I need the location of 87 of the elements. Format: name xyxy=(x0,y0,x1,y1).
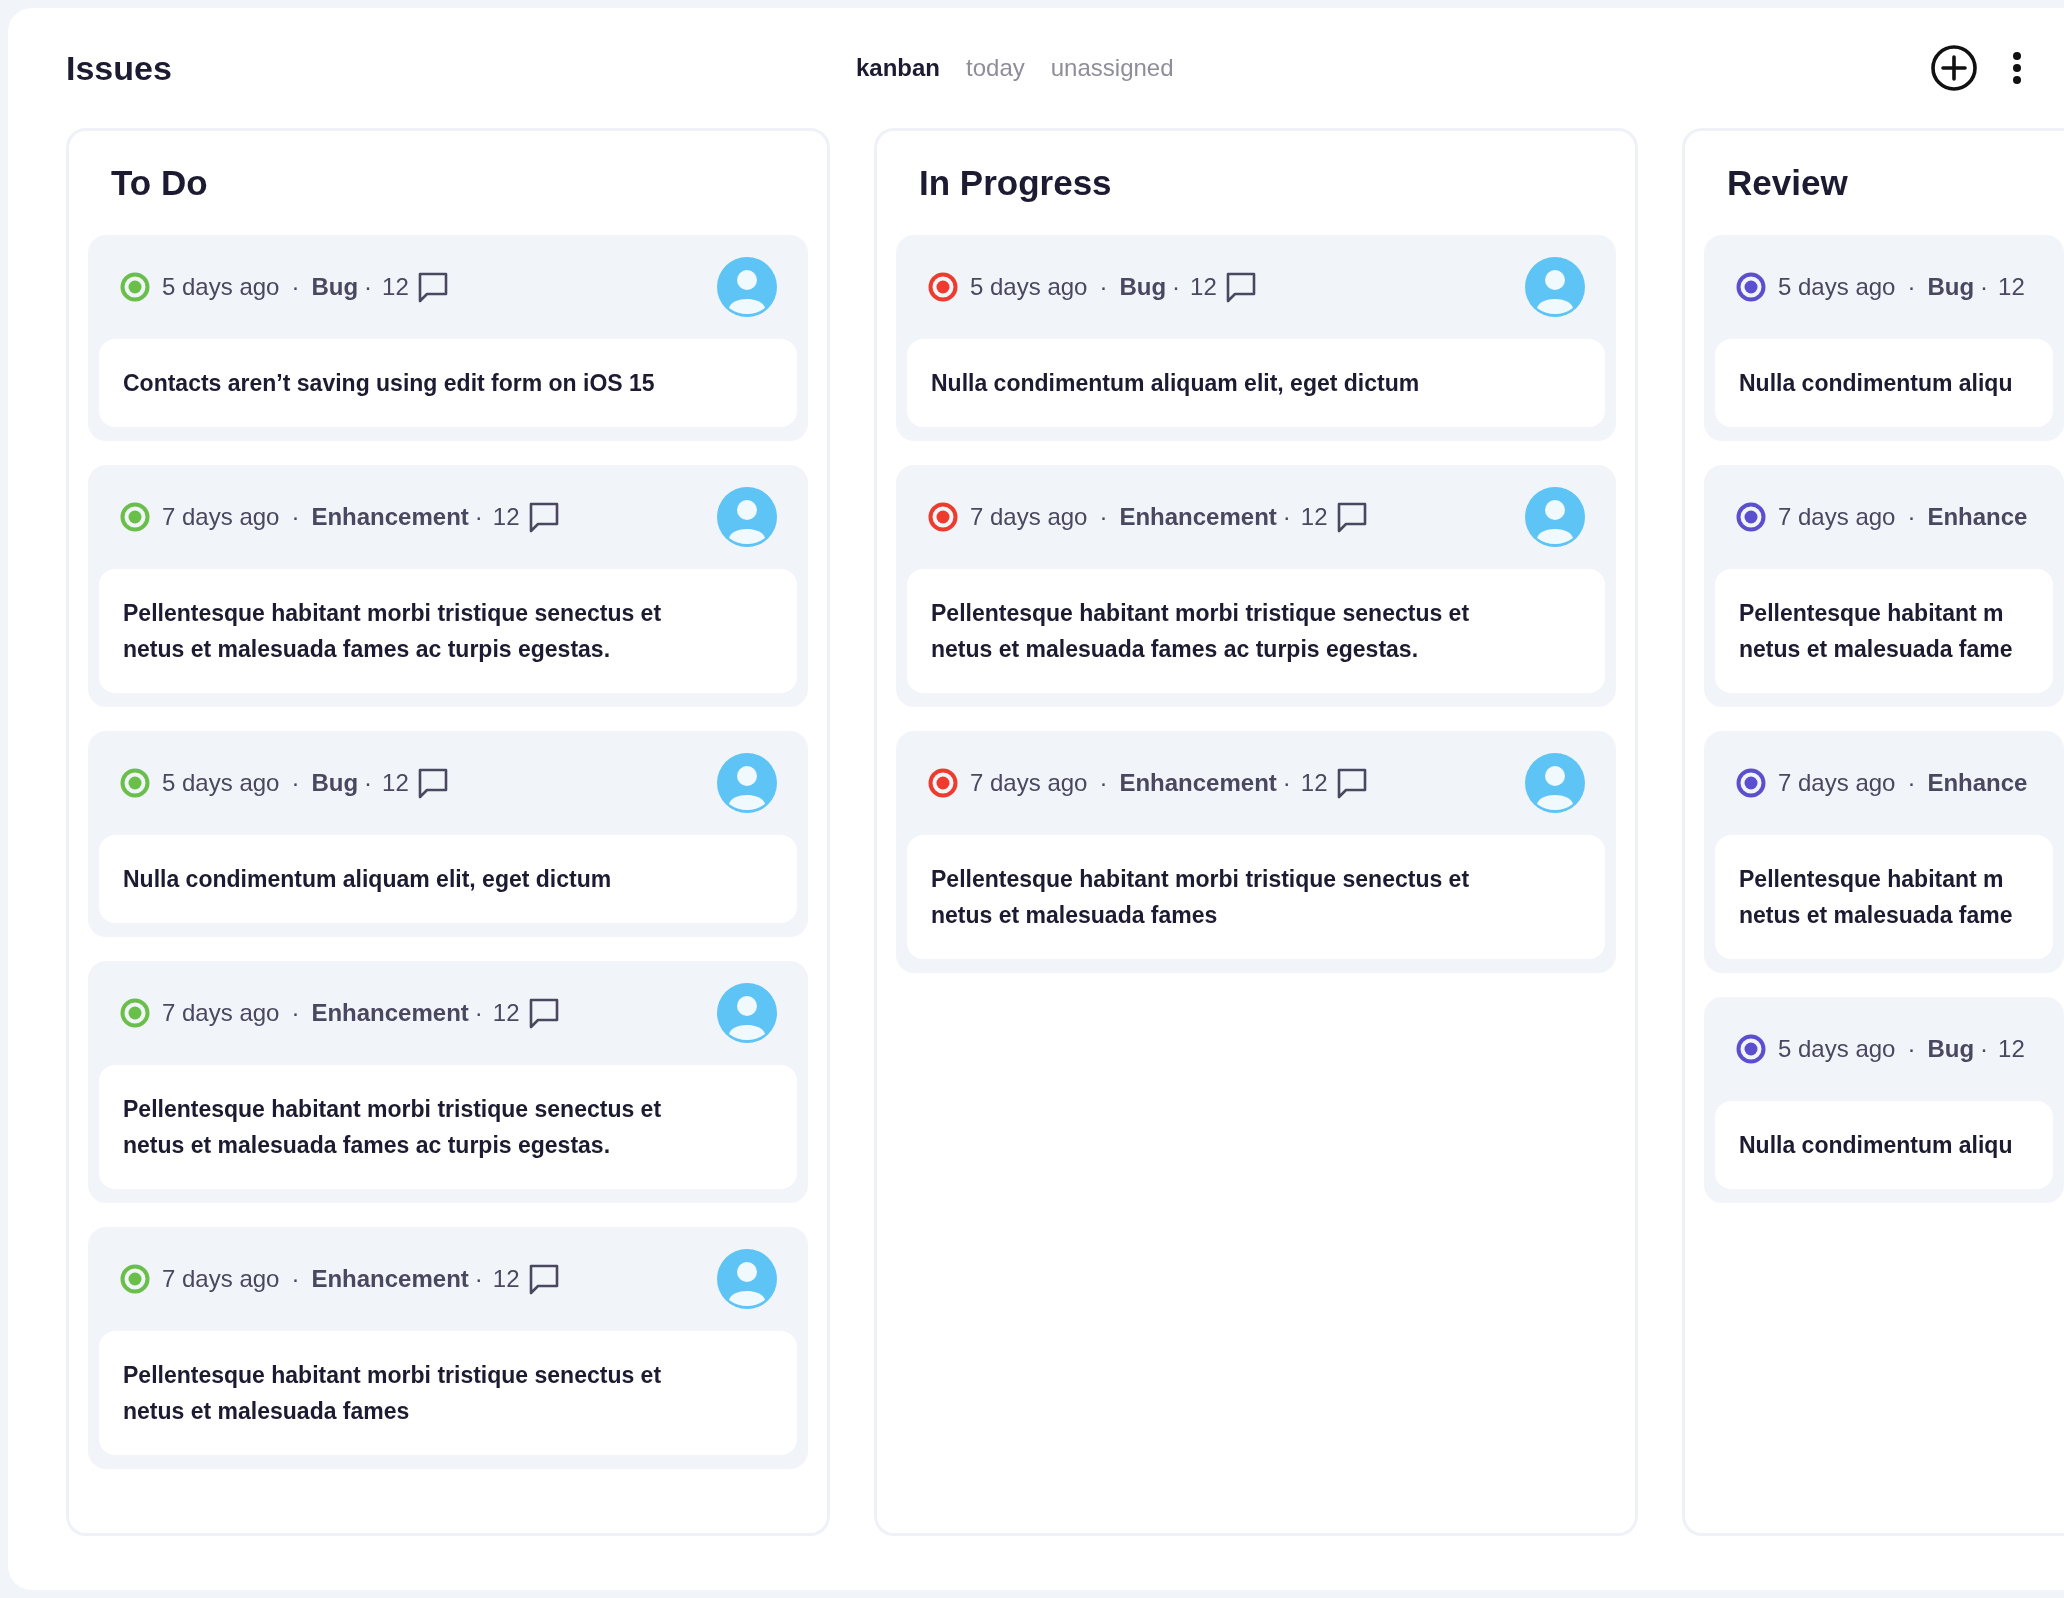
issue-category: Enhancement xyxy=(1119,503,1277,531)
issue-age: 5 days ago xyxy=(1778,1035,1896,1063)
column-title: Review xyxy=(1726,162,1849,204)
issue-category: Enhancement xyxy=(311,503,469,531)
issue-title: Nulla condimentum aliqu xyxy=(1715,339,2053,427)
issue-age: 5 days ago xyxy=(1778,273,1896,301)
issue-title: Pellentesque habitant m netus et malesuada fame xyxy=(1715,569,2053,693)
issue-card[interactable]: 7 days ago · Enhancement · 12 Pellentesque habitant morbi tristique senectus et netus et malesuada fames xyxy=(88,1227,808,1469)
issue-card[interactable]: 5 days ago · Bug · 12 Nulla condimentum aliqu xyxy=(1704,997,2064,1203)
comment-count: 12 xyxy=(1190,273,1217,301)
issue-title: Pellentesque habitant morbi tristique senectus et netus et malesuada fames ac turpis egestas. xyxy=(907,569,1605,693)
separator-dot: · xyxy=(291,503,300,531)
issue-age: 5 days ago xyxy=(162,273,280,301)
separator-dot: · xyxy=(474,503,483,531)
page-title: Issues xyxy=(66,48,173,88)
issue-title: Pellentesque habitant m netus et malesuada fame xyxy=(1715,835,2053,959)
comment-count: 12 xyxy=(492,503,520,531)
issue-card[interactable]: 5 days ago · Bug · 12 Contacts aren’t saving using edit form on iOS 15 xyxy=(88,235,808,441)
issue-card[interactable]: 7 days ago · Enhance Pellentesque habitant m netus et malesuada fame xyxy=(1704,731,2064,973)
separator-dot: · xyxy=(1980,273,1989,301)
separator-dot: · xyxy=(1980,1035,1989,1063)
comment-count: 12 xyxy=(1300,503,1328,531)
issue-title: Pellentesque habitant morbi tristique senectus et netus et malesuada fames ac turpis egestas. xyxy=(99,569,797,693)
separator-dot: · xyxy=(1099,273,1108,301)
comment-count: 12 xyxy=(382,273,409,301)
issue-card[interactable]: 7 days ago · Enhance Pellentesque habitant m netus et malesuada fame xyxy=(1704,465,2064,707)
separator-dot: · xyxy=(1172,273,1181,301)
separator-dot: · xyxy=(1907,769,1916,797)
issue-title: Pellentesque habitant morbi tristique senectus et netus et malesuada fames ac turpis egestas. xyxy=(99,1065,797,1189)
separator-dot: · xyxy=(291,1265,300,1293)
issue-card[interactable]: 7 days ago · Enhancement · 12 Pellentesque habitant morbi tristique senectus et netus et malesuada fames xyxy=(896,731,1616,973)
separator-dot: · xyxy=(1099,769,1108,797)
issue-category: Enhance xyxy=(1927,769,2028,797)
separator-dot: · xyxy=(1907,273,1916,301)
issue-category: Enhancement xyxy=(311,1265,469,1293)
issue-age: 7 days ago xyxy=(162,999,280,1027)
comment-count: 12 xyxy=(382,769,409,797)
issue-category: Bug xyxy=(1927,1035,1975,1063)
issue-card[interactable]: 5 days ago · Bug · 12 Nulla condimentum aliquam elit, eget dictum xyxy=(88,731,808,937)
separator-dot: · xyxy=(291,273,300,301)
issue-title: Pellentesque habitant morbi tristique senectus et netus et malesuada fames xyxy=(99,1331,797,1455)
comment-count: 12 xyxy=(492,999,520,1027)
separator-dot: · xyxy=(474,999,483,1027)
comment-count: 12 xyxy=(492,1265,520,1293)
separator-dot: · xyxy=(1282,503,1291,531)
issue-age: 7 days ago xyxy=(162,1265,280,1293)
issue-age: 5 days ago xyxy=(970,273,1088,301)
issue-category: Enhancement xyxy=(311,999,469,1027)
issue-age: 7 days ago xyxy=(1778,503,1896,531)
issue-title: Nulla condimentum aliqu xyxy=(1715,1101,2053,1189)
add-icon[interactable] xyxy=(1930,44,1978,92)
issue-card[interactable]: 5 days ago · Bug · 12 Nulla condimentum aliquam elit, eget dictum xyxy=(896,235,1616,441)
comment-count: 12 xyxy=(1300,769,1328,797)
issue-category: Bug xyxy=(1119,273,1167,301)
issue-card[interactable]: 7 days ago · Enhancement · 12 Pellentesque habitant morbi tristique senectus et netus et malesuada fames ac turpis egestas. xyxy=(896,465,1616,707)
issue-title: Nulla condimentum aliquam elit, eget dictum xyxy=(99,835,797,923)
issue-age: 7 days ago xyxy=(1778,769,1896,797)
separator-dot: · xyxy=(364,769,373,797)
issue-card[interactable]: 7 days ago · Enhancement · 12 Pellentesque habitant morbi tristique senectus et netus et malesuada fames ac turpis egestas. xyxy=(88,961,808,1203)
issue-age: 5 days ago xyxy=(162,769,280,797)
separator-dot: · xyxy=(1099,503,1108,531)
view-tab[interactable]: kanban xyxy=(856,54,941,82)
separator-dot: · xyxy=(364,273,373,301)
issue-category: Enhancement xyxy=(1119,769,1277,797)
separator-dot: · xyxy=(474,1265,483,1293)
column-title: To Do xyxy=(110,162,209,204)
separator-dot: · xyxy=(291,999,300,1027)
issue-title: Contacts aren’t saving using edit form on iOS 15 xyxy=(99,339,797,427)
issue-category: Bug xyxy=(311,273,359,301)
issue-category: Bug xyxy=(311,769,359,797)
separator-dot: · xyxy=(291,769,300,797)
issue-age: 7 days ago xyxy=(970,769,1088,797)
comment-count: 12 xyxy=(1998,1035,2025,1063)
more-menu-icon[interactable] xyxy=(2012,51,2022,85)
issue-title: Nulla condimentum aliquam elit, eget dictum xyxy=(907,339,1605,427)
issue-age: 7 days ago xyxy=(970,503,1088,531)
separator-dot: · xyxy=(1282,769,1291,797)
issue-category: Bug xyxy=(1927,273,1975,301)
separator-dot: · xyxy=(1907,503,1916,531)
issue-category: Enhance xyxy=(1927,503,2028,531)
issue-card[interactable]: 7 days ago · Enhancement · 12 Pellentesque habitant morbi tristique senectus et netus et malesuada fames ac turpis egestas. xyxy=(88,465,808,707)
issue-age: 7 days ago xyxy=(162,503,280,531)
separator-dot: · xyxy=(1907,1035,1916,1063)
issue-title: Pellentesque habitant morbi tristique senectus et netus et malesuada fames xyxy=(907,835,1605,959)
column-title: In Progress xyxy=(918,162,1113,204)
comment-count: 12 xyxy=(1998,273,2025,301)
issue-card[interactable]: 5 days ago · Bug · 12 Nulla condimentum aliqu xyxy=(1704,235,2064,441)
